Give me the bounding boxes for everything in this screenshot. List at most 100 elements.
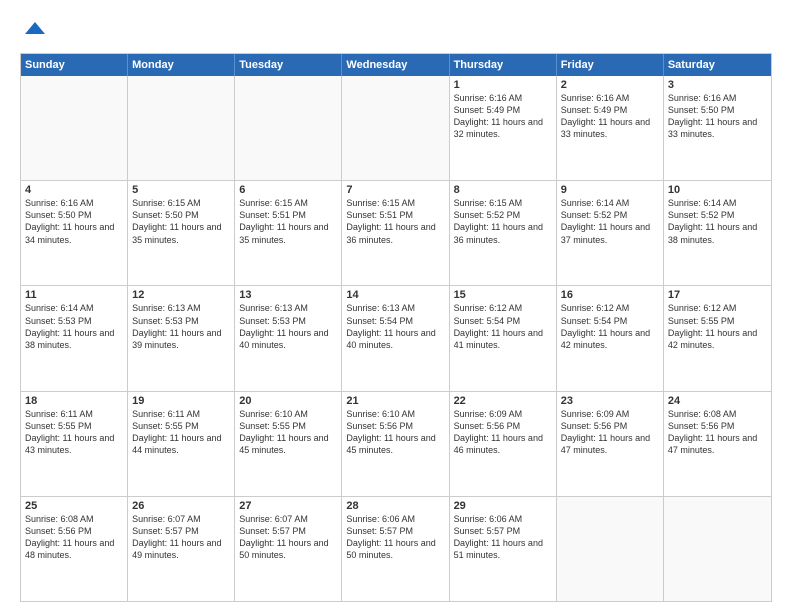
calendar-week-3: 18 Sunrise: 6:11 AM Sunset: 5:55 PM Dayli… [21,391,771,496]
day-info: Sunrise: 6:09 AM Sunset: 5:56 PM Dayligh… [454,408,552,457]
calendar-body: 1Sunrise: 6:16 AM Sunset: 5:49 PM Daylig… [21,76,771,601]
day-number: 20 [239,395,337,407]
day-info: Sunrise: 6:14 AM Sunset: 5:52 PM Dayligh… [668,197,767,246]
calendar-cell: 4Sunrise: 6:16 AM Sunset: 5:50 PM Daylig… [21,181,128,285]
page: SundayMondayTuesdayWednesdayThursdayFrid… [0,0,792,612]
calendar-cell [342,76,449,180]
calendar-cell: 2Sunrise: 6:16 AM Sunset: 5:49 PM Daylig… [557,76,664,180]
day-info: Sunrise: 6:12 AM Sunset: 5:54 PM Dayligh… [454,302,552,351]
day-info: Sunrise: 6:06 AM Sunset: 5:57 PM Dayligh… [454,513,552,562]
day-number: 15 [454,289,552,301]
day-number: 28 [346,500,444,512]
calendar-cell [557,497,664,601]
day-info: Sunrise: 6:09 AM Sunset: 5:56 PM Dayligh… [561,408,659,457]
day-number: 13 [239,289,337,301]
day-info: Sunrise: 6:15 AM Sunset: 5:51 PM Dayligh… [346,197,444,246]
day-info: Sunrise: 6:16 AM Sunset: 5:50 PM Dayligh… [668,92,767,141]
day-number: 12 [132,289,230,301]
calendar-cell: 17Sunrise: 6:12 AM Sunset: 5:55 PM Dayli… [664,286,771,390]
logo-wordmark [20,16,47,45]
header-cell-thursday: Thursday [450,54,557,76]
calendar-cell [664,497,771,601]
day-number: 29 [454,500,552,512]
calendar-week-4: 25Sunrise: 6:08 AM Sunset: 5:56 PM Dayli… [21,496,771,601]
calendar-cell: 8Sunrise: 6:15 AM Sunset: 5:52 PM Daylig… [450,181,557,285]
header-cell-friday: Friday [557,54,664,76]
day-info: Sunrise: 6:14 AM Sunset: 5:53 PM Dayligh… [25,302,123,351]
header-cell-monday: Monday [128,54,235,76]
day-number: 11 [25,289,123,301]
logo [20,16,47,45]
day-number: 3 [668,79,767,91]
calendar-header-row: SundayMondayTuesdayWednesdayThursdayFrid… [21,54,771,76]
calendar-cell: 25Sunrise: 6:08 AM Sunset: 5:56 PM Dayli… [21,497,128,601]
day-number: 27 [239,500,337,512]
day-number: 26 [132,500,230,512]
day-number: 9 [561,184,659,196]
day-info: Sunrise: 6:12 AM Sunset: 5:54 PM Dayligh… [561,302,659,351]
day-number: 2 [561,79,659,91]
day-info: Sunrise: 6:13 AM Sunset: 5:53 PM Dayligh… [132,302,230,351]
calendar: SundayMondayTuesdayWednesdayThursdayFrid… [20,53,772,602]
day-number: 23 [561,395,659,407]
day-info: Sunrise: 6:07 AM Sunset: 5:57 PM Dayligh… [239,513,337,562]
day-info: Sunrise: 6:14 AM Sunset: 5:52 PM Dayligh… [561,197,659,246]
header-cell-wednesday: Wednesday [342,54,449,76]
day-info: Sunrise: 6:13 AM Sunset: 5:53 PM Dayligh… [239,302,337,351]
calendar-cell: 27Sunrise: 6:07 AM Sunset: 5:57 PM Dayli… [235,497,342,601]
calendar-cell [128,76,235,180]
calendar-cell: 21Sunrise: 6:10 AM Sunset: 5:56 PM Dayli… [342,392,449,496]
calendar-week-1: 4Sunrise: 6:16 AM Sunset: 5:50 PM Daylig… [21,180,771,285]
day-info: Sunrise: 6:07 AM Sunset: 5:57 PM Dayligh… [132,513,230,562]
header [20,16,772,45]
day-number: 10 [668,184,767,196]
day-info: Sunrise: 6:15 AM Sunset: 5:50 PM Dayligh… [132,197,230,246]
day-info: Sunrise: 6:11 AM Sunset: 5:55 PM Dayligh… [132,408,230,457]
day-info: Sunrise: 6:16 AM Sunset: 5:49 PM Dayligh… [454,92,552,141]
day-number: 18 [25,395,123,407]
header-cell-saturday: Saturday [664,54,771,76]
day-number: 21 [346,395,444,407]
calendar-cell [21,76,128,180]
day-number: 19 [132,395,230,407]
day-number: 24 [668,395,767,407]
day-info: Sunrise: 6:08 AM Sunset: 5:56 PM Dayligh… [25,513,123,562]
day-number: 8 [454,184,552,196]
day-info: Sunrise: 6:10 AM Sunset: 5:55 PM Dayligh… [239,408,337,457]
day-number: 22 [454,395,552,407]
day-info: Sunrise: 6:12 AM Sunset: 5:55 PM Dayligh… [668,302,767,351]
day-number: 16 [561,289,659,301]
logo-icon [23,16,47,40]
calendar-cell: 14Sunrise: 6:13 AM Sunset: 5:54 PM Dayli… [342,286,449,390]
calendar-cell: 20Sunrise: 6:10 AM Sunset: 5:55 PM Dayli… [235,392,342,496]
calendar-cell: 15Sunrise: 6:12 AM Sunset: 5:54 PM Dayli… [450,286,557,390]
calendar-cell: 1Sunrise: 6:16 AM Sunset: 5:49 PM Daylig… [450,76,557,180]
calendar-cell: 7Sunrise: 6:15 AM Sunset: 5:51 PM Daylig… [342,181,449,285]
calendar-cell: 13Sunrise: 6:13 AM Sunset: 5:53 PM Dayli… [235,286,342,390]
day-number: 25 [25,500,123,512]
day-number: 6 [239,184,337,196]
calendar-cell: 23Sunrise: 6:09 AM Sunset: 5:56 PM Dayli… [557,392,664,496]
calendar-cell: 24Sunrise: 6:08 AM Sunset: 5:56 PM Dayli… [664,392,771,496]
header-cell-sunday: Sunday [21,54,128,76]
day-info: Sunrise: 6:06 AM Sunset: 5:57 PM Dayligh… [346,513,444,562]
calendar-cell: 10Sunrise: 6:14 AM Sunset: 5:52 PM Dayli… [664,181,771,285]
calendar-cell: 11Sunrise: 6:14 AM Sunset: 5:53 PM Dayli… [21,286,128,390]
day-info: Sunrise: 6:16 AM Sunset: 5:49 PM Dayligh… [561,92,659,141]
calendar-cell [235,76,342,180]
header-cell-tuesday: Tuesday [235,54,342,76]
calendar-cell: 28Sunrise: 6:06 AM Sunset: 5:57 PM Dayli… [342,497,449,601]
calendar-cell: 18Sunrise: 6:11 AM Sunset: 5:55 PM Dayli… [21,392,128,496]
calendar-week-0: 1Sunrise: 6:16 AM Sunset: 5:49 PM Daylig… [21,76,771,180]
calendar-cell: 6Sunrise: 6:15 AM Sunset: 5:51 PM Daylig… [235,181,342,285]
calendar-week-2: 11Sunrise: 6:14 AM Sunset: 5:53 PM Dayli… [21,285,771,390]
day-number: 7 [346,184,444,196]
calendar-cell: 9Sunrise: 6:14 AM Sunset: 5:52 PM Daylig… [557,181,664,285]
day-info: Sunrise: 6:10 AM Sunset: 5:56 PM Dayligh… [346,408,444,457]
calendar-cell: 3Sunrise: 6:16 AM Sunset: 5:50 PM Daylig… [664,76,771,180]
day-info: Sunrise: 6:08 AM Sunset: 5:56 PM Dayligh… [668,408,767,457]
day-number: 4 [25,184,123,196]
day-info: Sunrise: 6:13 AM Sunset: 5:54 PM Dayligh… [346,302,444,351]
day-number: 1 [454,79,552,91]
calendar-cell: 5Sunrise: 6:15 AM Sunset: 5:50 PM Daylig… [128,181,235,285]
